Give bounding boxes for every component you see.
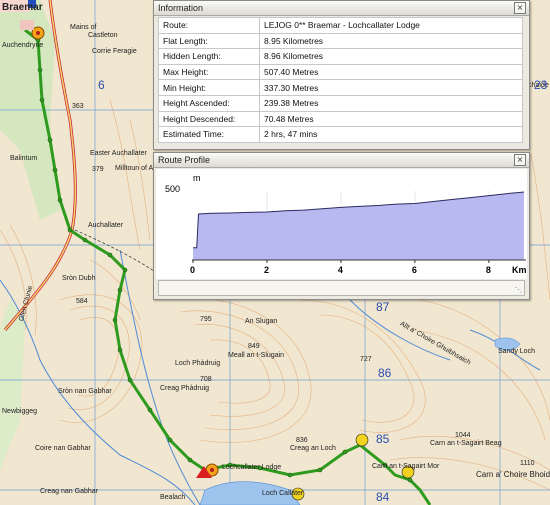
- map-label: Sandy Loch: [498, 348, 535, 355]
- grid-number: 87: [376, 300, 390, 314]
- info-label: Height Ascended:: [158, 94, 260, 112]
- info-label: Min Height:: [158, 79, 260, 96]
- x-tick-label: 4: [338, 265, 343, 275]
- map-label: Newbiggeg: [2, 408, 38, 415]
- map-label: An Slugan: [245, 318, 278, 325]
- info-value: 2 hrs, 47 mins: [259, 126, 523, 143]
- map-label: Carn an t-Sagairt Beag: [430, 440, 502, 447]
- y-axis-tick: 500: [165, 184, 180, 194]
- map-label: Auchendryne: [2, 42, 44, 49]
- grid-number: 85: [376, 432, 390, 446]
- route-info-table: Route: LEJOG 0** Braemar - Lochcallater L…: [158, 17, 523, 143]
- info-value: LEJOG 0** Braemar - Lochcallater Lodge: [259, 17, 523, 34]
- grid-number: 84: [376, 490, 390, 504]
- information-panel-titlebar[interactable]: Information ×: [154, 1, 529, 16]
- x-axis-unit: Km: [512, 265, 527, 275]
- info-row: Height Ascended: 239.38 Metres: [158, 94, 523, 112]
- map-label: Sròn nan Gabhar: [58, 388, 112, 395]
- spot-height: 379: [92, 166, 104, 173]
- x-tick-label: 6: [412, 265, 417, 275]
- info-value: 8.95 Kilometres: [259, 32, 523, 50]
- map-label: Carn a' Choire Bhoidheach: [476, 470, 550, 479]
- spot-height: 727: [360, 356, 372, 363]
- map-label: Loch Callater: [262, 490, 304, 497]
- information-panel-title: Information: [158, 3, 204, 13]
- info-value: 70.48 Metres: [259, 110, 523, 128]
- elevation-profile-chart[interactable]: m 500 0 2 4 6 8 Km: [156, 169, 527, 279]
- info-value: 337.30 Metres: [259, 79, 523, 96]
- map-label: Loch Phàdruig: [175, 360, 221, 367]
- map-label: Bealach: [160, 494, 186, 501]
- info-label: Height Descended:: [158, 110, 260, 128]
- grid-number: 86: [378, 366, 392, 380]
- info-value: 239.38 Metres: [259, 94, 523, 112]
- info-row: Flat Length: 8.95 Kilometres: [158, 32, 523, 50]
- map-label: Lochcallater Lodge: [222, 464, 282, 471]
- spot-height: 363: [72, 103, 84, 110]
- info-value: 507.40 Metres: [259, 63, 523, 81]
- information-panel[interactable]: Information × Route: LEJOG 0** Braemar - …: [153, 0, 530, 150]
- info-label: Hidden Length:: [158, 48, 260, 65]
- grid-number: 6: [98, 78, 105, 92]
- map-label: Creag nan Gabhar: [40, 488, 98, 495]
- close-icon[interactable]: ×: [514, 154, 526, 166]
- route-profile-panel[interactable]: Route Profile × m 500 0 2 4 6 8 Km ⋱: [153, 152, 530, 300]
- map-label: Easter Auchallater: [90, 150, 147, 157]
- y-axis-unit: m: [193, 173, 201, 183]
- map-label: Sròn Dubh: [62, 275, 96, 282]
- route-profile-titlebar[interactable]: Route Profile ×: [154, 153, 529, 168]
- info-label: Estimated Time:: [158, 126, 260, 143]
- map-label: Corrie Feragie: [92, 48, 137, 55]
- info-label: Flat Length:: [158, 32, 260, 50]
- map-label: Castleton: [88, 32, 118, 39]
- info-label: Route:: [158, 17, 260, 34]
- grid-number: 23: [534, 78, 548, 92]
- route-profile-title: Route Profile: [158, 155, 211, 165]
- x-tick-label: 2: [264, 265, 269, 275]
- close-icon[interactable]: ×: [514, 2, 526, 14]
- spot-height: 708: [200, 376, 212, 383]
- info-row: Height Descended: 70.48 Metres: [158, 110, 523, 128]
- spot-height: 836: [296, 437, 308, 444]
- map-label: Creag Phàdruig: [160, 385, 210, 392]
- spot-height: 795: [200, 316, 212, 323]
- info-row: Estimated Time: 2 hrs, 47 mins: [158, 126, 523, 143]
- map-label: Auchallater: [88, 222, 124, 229]
- x-tick-label: 0: [190, 265, 195, 275]
- map-label: Balintum: [10, 155, 38, 162]
- info-value: 8.96 Kilometres: [259, 48, 523, 65]
- info-row: Max Height: 507.40 Metres: [158, 63, 523, 81]
- map-label: Meall an t-Slugain: [228, 352, 285, 359]
- info-label: Max Height:: [158, 63, 260, 81]
- spot-height: 1044: [455, 432, 471, 439]
- info-row: Min Height: 337.30 Metres: [158, 79, 523, 96]
- info-row: Hidden Length: 8.96 Kilometres: [158, 48, 523, 65]
- map-label: Mains of: [70, 24, 97, 31]
- map-town-label: Braemar: [2, 2, 43, 13]
- spot-height: 584: [76, 298, 88, 305]
- info-row: Route: LEJOG 0** Braemar - Lochcallater L…: [158, 17, 523, 34]
- spot-height: 1110: [520, 460, 535, 467]
- resize-grip-icon[interactable]: ⋱: [515, 286, 522, 294]
- map-label: Creag an Loch: [290, 445, 336, 452]
- spot-height: 849: [248, 343, 260, 350]
- map-label: Coire nan Gabhar: [35, 445, 91, 452]
- profile-scrollbar[interactable]: ⋱: [158, 280, 525, 296]
- map-label: Carn an t-Sagairt Mor: [372, 463, 440, 470]
- x-tick-label: 8: [486, 265, 491, 275]
